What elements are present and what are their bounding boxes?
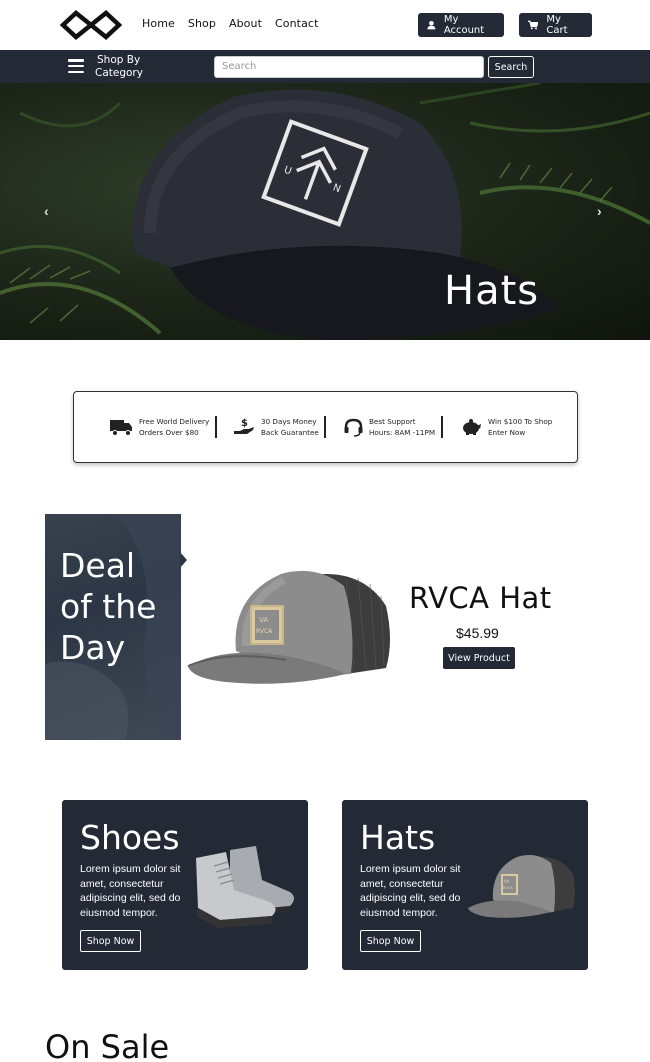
infinity-logo-icon[interactable] [60,9,122,41]
my-account-label: My Account [443,14,485,36]
money-hand-icon: $ [234,418,254,434]
category-card-hats[interactable]: Hats Lorem ipsum dolor sit amet, consect… [342,800,588,970]
divider [441,416,443,438]
nav-link-contact[interactable]: Contact [275,17,319,30]
deal-product-price: $45.99 [456,625,499,641]
user-icon [427,20,436,30]
my-cart-button[interactable]: My Cart [519,13,592,37]
shop-by-category-toggle[interactable]: Shop By Category [95,54,143,80]
feature-win-line1: Win $100 To Shop [488,417,553,426]
category-label: Category [95,67,143,79]
shoes-image [196,846,294,928]
deal-title-line3: Day [60,628,126,667]
deal-product-name: RVCA Hat [409,581,552,615]
svg-text:$: $ [241,418,248,429]
category-card-shoes[interactable]: Shoes Lorem ipsum dolor sit amet, consec… [62,800,308,970]
feature-delivery: Free World Delivery Orders Over $80 [110,416,209,438]
rvca-hat-product-image[interactable]: VA RVCA [186,566,394,684]
search-placeholder: Search [222,61,257,72]
truck-icon [110,420,132,436]
divider [215,416,217,438]
shop-now-button[interactable]: Shop Now [360,930,421,952]
category-card-title: Shoes [80,818,180,857]
search-input[interactable]: Search [214,56,484,78]
category-card-text: Lorem ipsum dolor sit amet, consectetur … [80,863,181,919]
view-product-button[interactable]: View Product [443,647,515,669]
category-card-title: Hats [360,818,436,857]
on-sale-heading: On Sale [45,1028,170,1062]
svg-text:VA: VA [504,879,509,884]
feature-delivery-line1: Free World Delivery [139,417,210,426]
my-cart-label: My Cart [546,14,568,36]
nav-link-about[interactable]: About [229,17,262,30]
category-card-text: Lorem ipsum dolor sit amet, consectetur … [360,863,461,919]
deal-title: Deal of the Day [60,545,156,668]
nav-link-home[interactable]: Home [142,17,175,30]
svg-text:RVCA: RVCA [256,628,273,635]
piggy-bank-icon [463,419,481,435]
feature-support-line1: Best Support [369,417,416,426]
svg-text:VA: VA [259,616,268,624]
carousel-next-arrow-icon[interactable]: › [597,203,602,219]
hamburger-menu-icon[interactable] [68,59,84,73]
cart-icon [528,20,539,30]
feature-win-line2: Enter Now [488,428,526,437]
svg-text:RVCA: RVCA [503,886,513,890]
search-button[interactable]: Search [488,56,534,78]
feature-support: Best Support Hours: 8AM -11PM [344,416,435,438]
feature-delivery-line2: Orders Over $80 [139,428,199,437]
feature-money-back-line1: 30 Days Money [261,417,317,426]
feature-win: Win $100 To Shop Enter Now [460,416,552,438]
nav-link-shop[interactable]: Shop [188,17,216,30]
headset-icon [344,418,363,437]
shop-now-button[interactable]: Shop Now [80,930,141,952]
hero-image: U N [0,83,650,340]
features-strip: Free World Delivery Orders Over $80 $ 30… [73,391,578,463]
feature-money-back: $ 30 Days Money Back Guarantee [234,416,319,438]
hero-carousel: U N [0,83,650,340]
deal-title-line1: Deal [60,546,136,585]
deal-title-line2: of the [60,587,157,626]
feature-support-line2: Hours: 8AM -11PM [369,428,436,437]
shop-by-label: Shop By [97,54,141,66]
hero-title: Hats [444,268,540,314]
my-account-button[interactable]: My Account [418,13,504,37]
main-nav: Home Shop About Contact [142,17,332,30]
feature-money-back-line2: Back Guarantee [261,428,319,437]
top-navbar: Home Shop About Contact My Account My Ca… [0,0,650,50]
carousel-prev-arrow-icon[interactable]: ‹ [44,203,49,219]
divider [324,416,326,438]
